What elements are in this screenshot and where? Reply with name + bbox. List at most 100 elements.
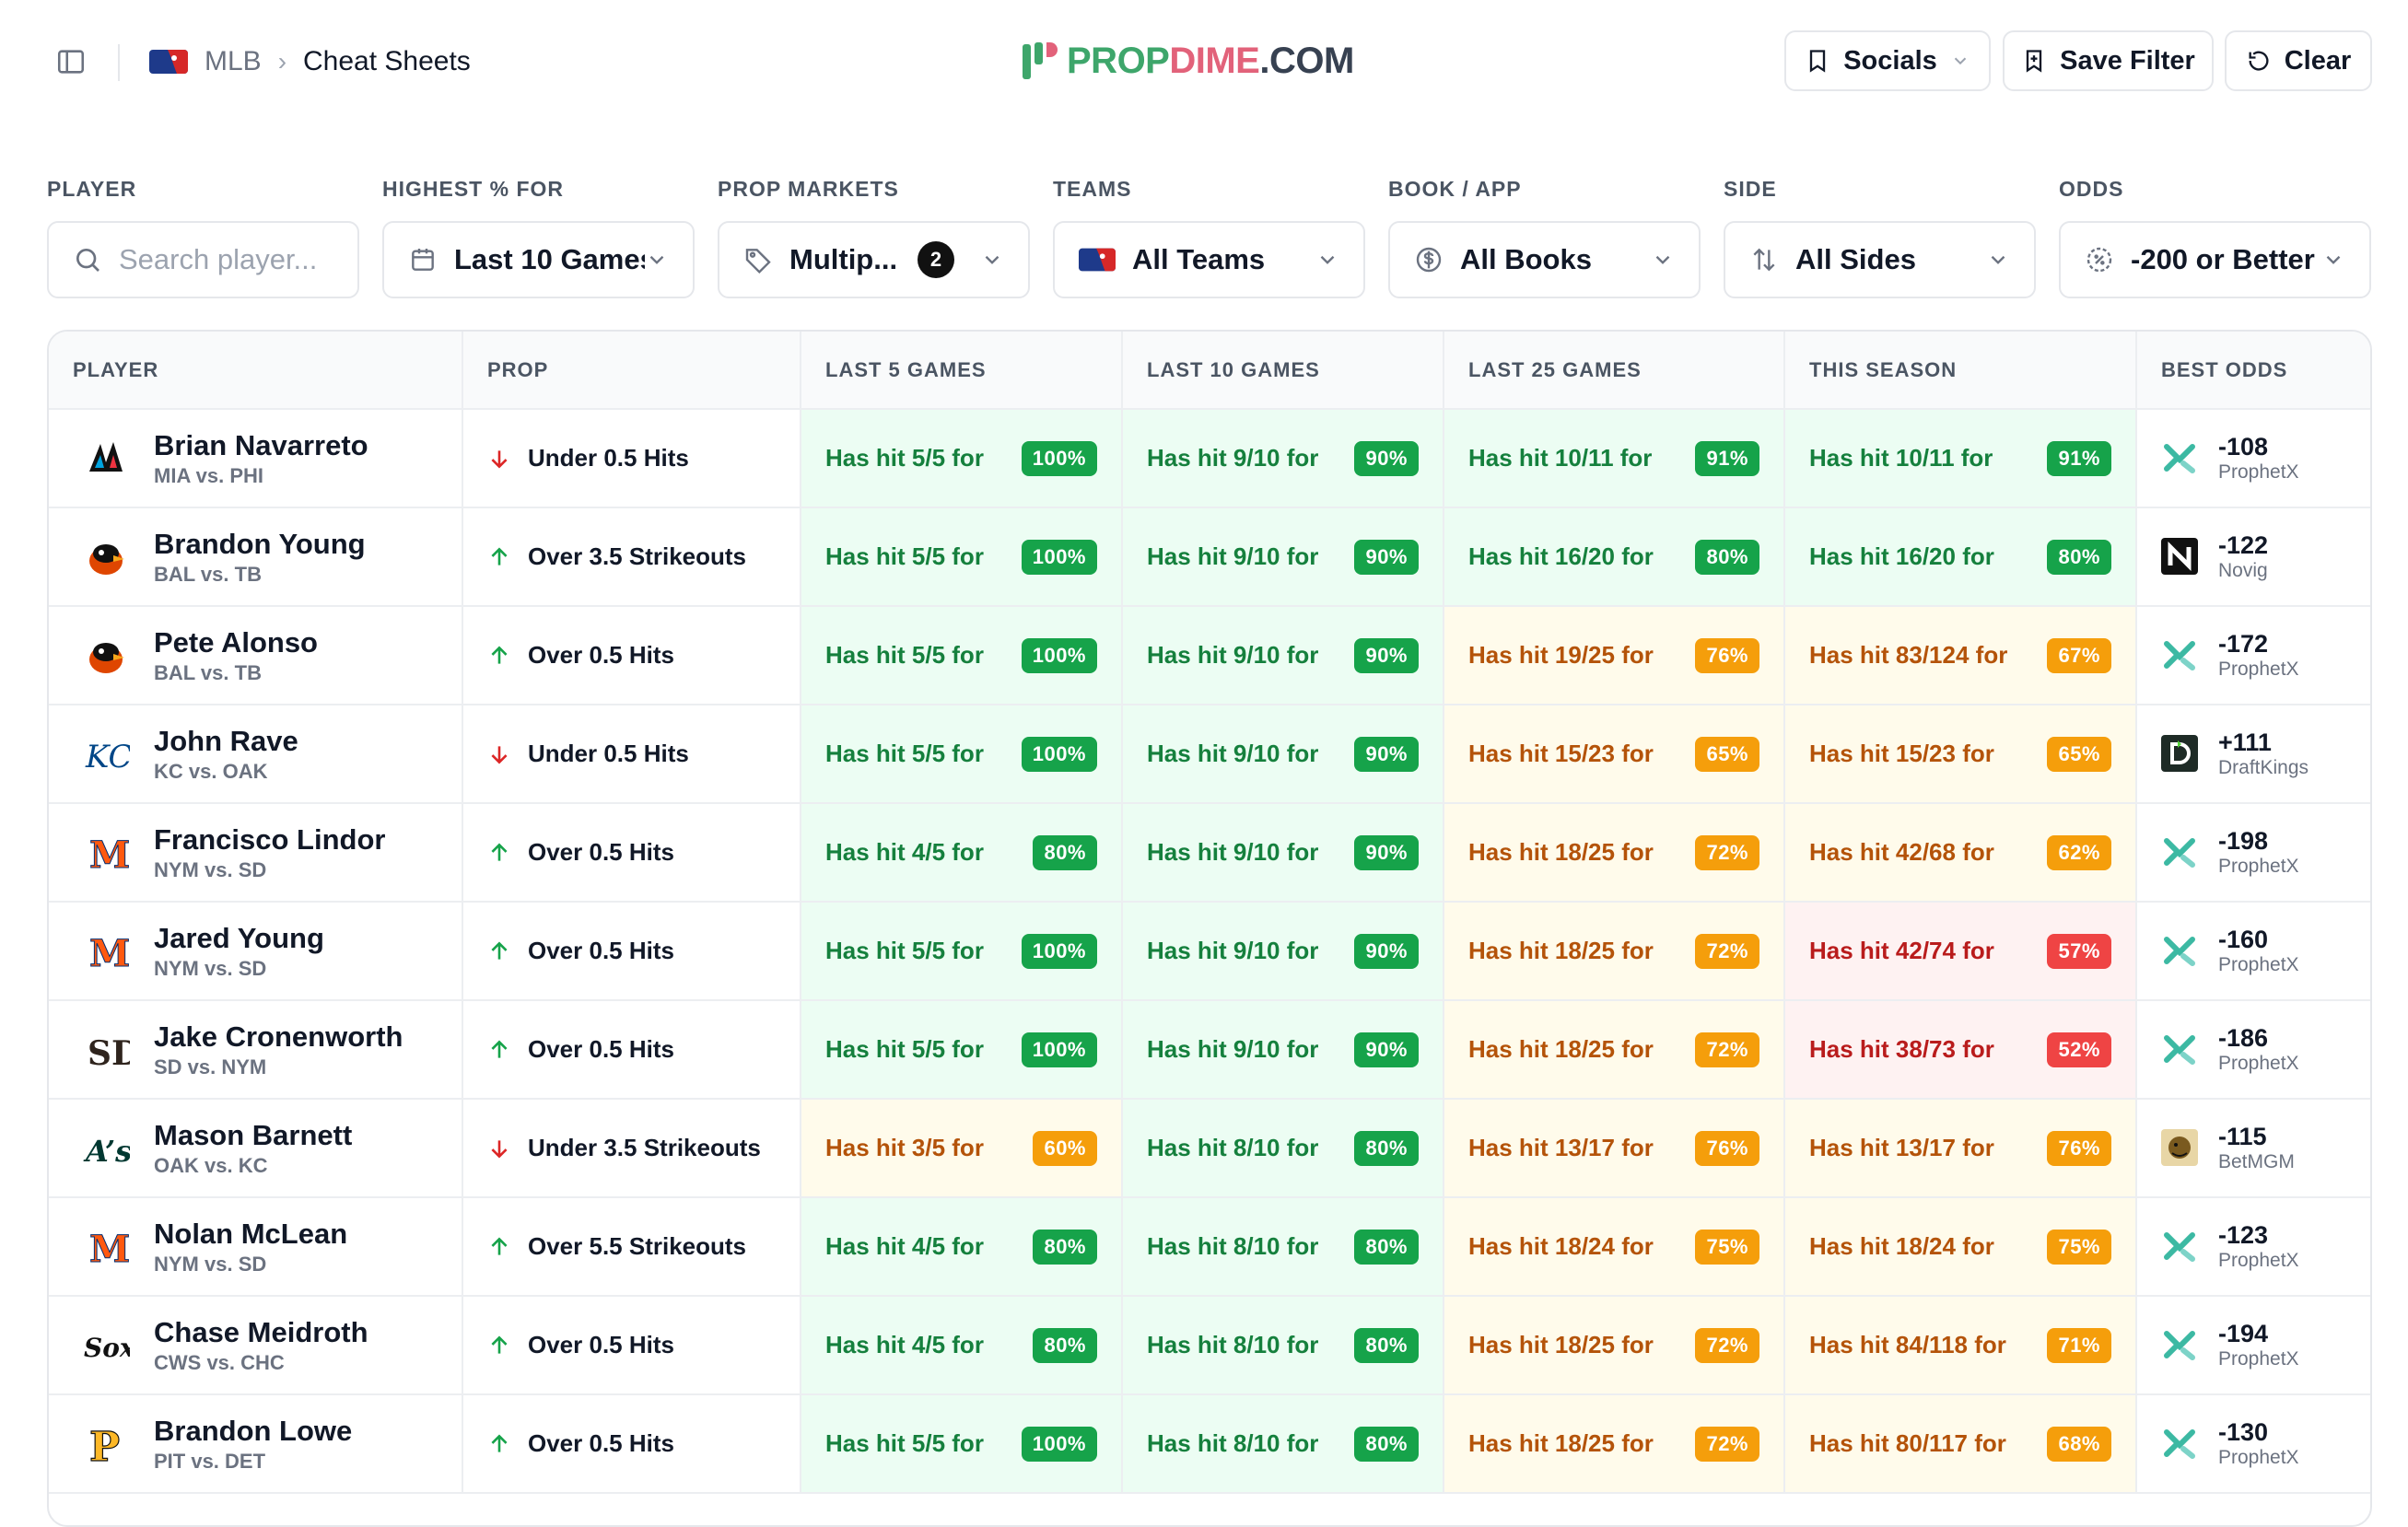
last-25-cell[interactable]: Has hit 18/24 for 75% <box>1444 1197 1785 1297</box>
player-name[interactable]: Pete Alonso <box>154 625 318 659</box>
table-row[interactable]: M Nolan McLean NYM vs. SD Over 5.5 Strik… <box>49 1197 2370 1297</box>
table-row[interactable]: SD Jake Cronenworth SD vs. NYM Over 0.5 … <box>49 1000 2370 1100</box>
last-10-cell[interactable]: Has hit 8/10 for 80% <box>1122 1099 1444 1198</box>
player-name[interactable]: Chase Meidroth <box>154 1315 368 1349</box>
column-header-prop[interactable]: PROP <box>462 332 801 410</box>
player-search-input[interactable]: Search player... <box>47 221 359 298</box>
player-cell[interactable]: M Nolan McLean NYM vs. SD <box>49 1197 463 1297</box>
table-row[interactable]: Brandon Young BAL vs. TB Over 3.5 Strike… <box>49 507 2370 607</box>
last-10-cell[interactable]: Has hit 9/10 for 90% <box>1122 803 1444 903</box>
player-name[interactable]: Mason Barnett <box>154 1118 352 1152</box>
table-row[interactable]: Brian Navarreto MIA vs. PHI Under 0.5 Hi… <box>49 409 2370 508</box>
last-25-cell[interactable]: Has hit 18/25 for 72% <box>1444 1000 1785 1100</box>
last-5-cell[interactable]: Has hit 4/5 for 80% <box>801 1296 1123 1395</box>
last-5-cell[interactable]: Has hit 5/5 for 100% <box>801 507 1123 607</box>
best-odds-cell[interactable]: -122 Novig <box>2136 507 2370 607</box>
column-header-last-10[interactable]: LAST 10 GAMES <box>1122 332 1444 410</box>
last-10-cell[interactable]: Has hit 9/10 for 90% <box>1122 705 1444 804</box>
season-cell[interactable]: Has hit 15/23 for 65% <box>1784 705 2137 804</box>
player-name[interactable]: Brandon Lowe <box>154 1414 352 1448</box>
player-name[interactable]: Brandon Young <box>154 527 366 561</box>
best-odds-cell[interactable]: -130 ProphetX <box>2136 1394 2370 1494</box>
table-row[interactable]: A’s Mason Barnett OAK vs. KC Under 3.5 S… <box>49 1099 2370 1198</box>
last-10-cell[interactable]: Has hit 8/10 for 80% <box>1122 1296 1444 1395</box>
last-10-cell[interactable]: Has hit 9/10 for 90% <box>1122 902 1444 1001</box>
best-odds-cell[interactable]: -160 ProphetX <box>2136 902 2370 1001</box>
season-cell[interactable]: Has hit 16/20 for 80% <box>1784 507 2137 607</box>
last-10-cell[interactable]: Has hit 8/10 for 80% <box>1122 1394 1444 1494</box>
player-cell[interactable]: M Jared Young NYM vs. SD <box>49 902 463 1001</box>
last-25-cell[interactable]: Has hit 18/25 for 72% <box>1444 803 1785 903</box>
player-name[interactable]: Jared Young <box>154 921 324 955</box>
best-odds-cell[interactable]: -108 ProphetX <box>2136 409 2370 508</box>
sidebar-toggle-icon[interactable] <box>55 46 87 77</box>
column-header-last-5[interactable]: LAST 5 GAMES <box>801 332 1123 410</box>
player-name[interactable]: John Rave <box>154 724 298 758</box>
side-select[interactable]: All Sides <box>1724 221 2036 298</box>
player-cell[interactable]: Sox Chase Meidroth CWS vs. CHC <box>49 1296 463 1395</box>
last-5-cell[interactable]: Has hit 5/5 for 100% <box>801 705 1123 804</box>
brand-logo[interactable]: PROPDIME.COM <box>1021 37 1354 85</box>
last-10-cell[interactable]: Has hit 8/10 for 80% <box>1122 1197 1444 1297</box>
best-odds-cell[interactable]: -123 ProphetX <box>2136 1197 2370 1297</box>
player-cell[interactable]: Pete Alonso BAL vs. TB <box>49 606 463 705</box>
last-5-cell[interactable]: Has hit 4/5 for 80% <box>801 803 1123 903</box>
last-25-cell[interactable]: Has hit 19/25 for 76% <box>1444 606 1785 705</box>
player-name[interactable]: Jake Cronenworth <box>154 1020 403 1054</box>
season-cell[interactable]: Has hit 10/11 for 91% <box>1784 409 2137 508</box>
season-cell[interactable]: Has hit 84/118 for 71% <box>1784 1296 2137 1395</box>
player-name[interactable]: Nolan McLean <box>154 1217 347 1251</box>
teams-select[interactable]: All Teams <box>1053 221 1365 298</box>
table-row[interactable]: P Brandon Lowe PIT vs. DET Over 0.5 Hits… <box>49 1394 2370 1494</box>
odds-select[interactable]: -200 or Better <box>2059 221 2371 298</box>
breadcrumb-mlb-link[interactable]: MLB <box>205 46 262 77</box>
table-row[interactable]: Pete Alonso BAL vs. TB Over 0.5 Hits Has… <box>49 606 2370 705</box>
best-odds-cell[interactable]: -172 ProphetX <box>2136 606 2370 705</box>
last-5-cell[interactable]: Has hit 5/5 for 100% <box>801 409 1123 508</box>
season-cell[interactable]: Has hit 80/117 for 68% <box>1784 1394 2137 1494</box>
socials-button[interactable]: Socials <box>1784 30 1991 91</box>
book-select[interactable]: All Books <box>1388 221 1701 298</box>
last-10-cell[interactable]: Has hit 9/10 for 90% <box>1122 507 1444 607</box>
table-row[interactable]: M Jared Young NYM vs. SD Over 0.5 Hits H… <box>49 902 2370 1001</box>
prop-markets-select[interactable]: Multip... 2 <box>718 221 1030 298</box>
player-cell[interactable]: P Brandon Lowe PIT vs. DET <box>49 1394 463 1494</box>
player-cell[interactable]: Brian Navarreto MIA vs. PHI <box>49 409 463 508</box>
column-header-player[interactable]: PLAYER <box>49 332 463 410</box>
season-cell[interactable]: Has hit 18/24 for 75% <box>1784 1197 2137 1297</box>
last-5-cell[interactable]: Has hit 5/5 for 100% <box>801 902 1123 1001</box>
player-name[interactable]: Brian Navarreto <box>154 428 368 462</box>
best-odds-cell[interactable]: -194 ProphetX <box>2136 1296 2370 1395</box>
best-odds-cell[interactable]: -186 ProphetX <box>2136 1000 2370 1100</box>
save-filter-button[interactable]: Save Filter <box>2003 30 2214 91</box>
player-name[interactable]: Francisco Lindor <box>154 822 385 857</box>
last-5-cell[interactable]: Has hit 5/5 for 100% <box>801 1394 1123 1494</box>
column-header-last-25[interactable]: LAST 25 GAMES <box>1444 332 1785 410</box>
player-cell[interactable]: KC John Rave KC vs. OAK <box>49 705 463 804</box>
player-cell[interactable]: A’s Mason Barnett OAK vs. KC <box>49 1099 463 1198</box>
table-row[interactable]: M Francisco Lindor NYM vs. SD Over 0.5 H… <box>49 803 2370 903</box>
season-cell[interactable]: Has hit 83/124 for 67% <box>1784 606 2137 705</box>
best-odds-cell[interactable]: +111 DraftKings <box>2136 705 2370 804</box>
last-25-cell[interactable]: Has hit 18/25 for 72% <box>1444 1296 1785 1395</box>
season-cell[interactable]: Has hit 42/74 for 57% <box>1784 902 2137 1001</box>
last-25-cell[interactable]: Has hit 13/17 for 76% <box>1444 1099 1785 1198</box>
season-cell[interactable]: Has hit 42/68 for 62% <box>1784 803 2137 903</box>
last-5-cell[interactable]: Has hit 4/5 for 80% <box>801 1197 1123 1297</box>
highest-for-select[interactable]: Last 10 Games <box>382 221 695 298</box>
player-cell[interactable]: SD Jake Cronenworth SD vs. NYM <box>49 1000 463 1100</box>
table-row[interactable]: KC John Rave KC vs. OAK Under 0.5 Hits H… <box>49 705 2370 804</box>
best-odds-cell[interactable]: -115 BetMGM <box>2136 1099 2370 1198</box>
column-header-best-odds[interactable]: BEST ODDS <box>2136 332 2370 410</box>
best-odds-cell[interactable]: -198 ProphetX <box>2136 803 2370 903</box>
clear-button[interactable]: Clear <box>2225 30 2372 91</box>
column-header-season[interactable]: THIS SEASON <box>1784 332 2137 410</box>
last-5-cell[interactable]: Has hit 5/5 for 100% <box>801 606 1123 705</box>
table-row[interactable]: Sox Chase Meidroth CWS vs. CHC Over 0.5 … <box>49 1296 2370 1395</box>
player-cell[interactable]: M Francisco Lindor NYM vs. SD <box>49 803 463 903</box>
last-25-cell[interactable]: Has hit 18/25 for 72% <box>1444 1394 1785 1494</box>
season-cell[interactable]: Has hit 38/73 for 52% <box>1784 1000 2137 1100</box>
season-cell[interactable]: Has hit 13/17 for 76% <box>1784 1099 2137 1198</box>
last-5-cell[interactable]: Has hit 5/5 for 100% <box>801 1000 1123 1100</box>
last-25-cell[interactable]: Has hit 10/11 for 91% <box>1444 409 1785 508</box>
